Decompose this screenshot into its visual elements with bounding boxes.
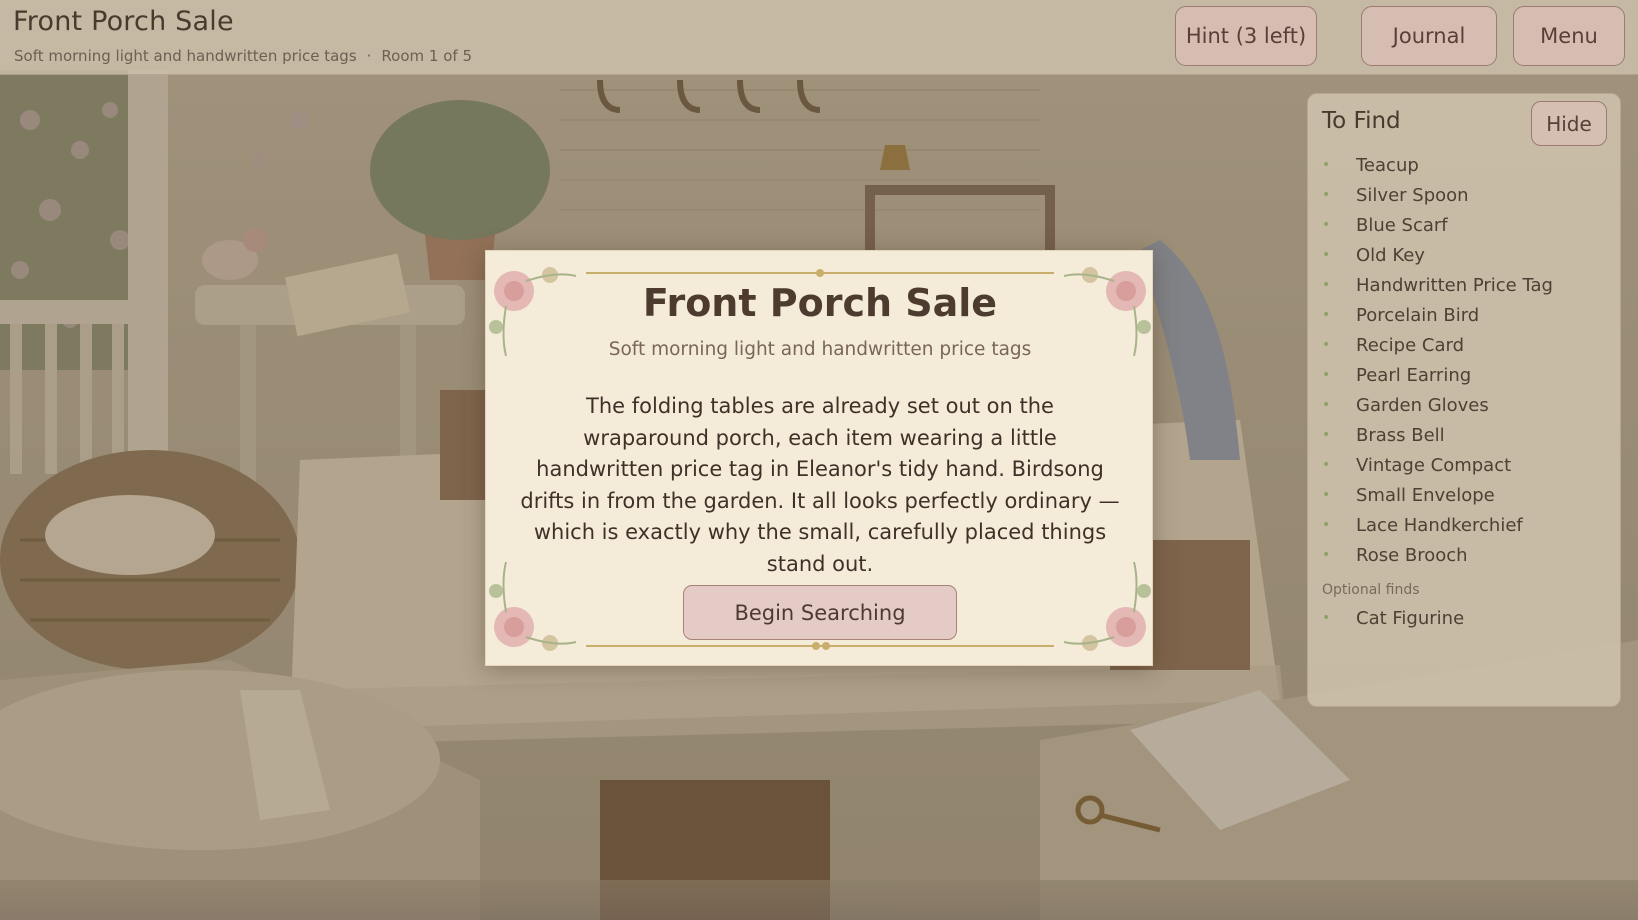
find-item[interactable]: • Lace Handkerchief: [1322, 510, 1553, 540]
modal-description: The folding tables are already set out o…: [520, 394, 1120, 576]
top-bar: Front Porch Sale Soft morning light and …: [0, 0, 1638, 75]
bullet-icon: •: [1322, 247, 1331, 263]
room-progress: Room 1 of 5: [381, 47, 472, 65]
to-find-panel: To Find Hide • Teacup • Silver Spoon • Blue S…: [1307, 93, 1621, 707]
find-item[interactable]: • Garden Gloves: [1322, 390, 1553, 420]
optional-find-list: • Cat Figurine: [1322, 603, 1464, 633]
find-item-label: Teacup: [1356, 154, 1419, 176]
find-item[interactable]: • Blue Scarf: [1322, 210, 1553, 240]
find-item[interactable]: • Pearl Earring: [1322, 360, 1553, 390]
modal-subtitle: Soft morning light and handwritten price…: [608, 339, 1032, 360]
bullet-icon: •: [1322, 517, 1331, 533]
modal-title: Front Porch Sale: [642, 281, 998, 325]
find-item[interactable]: • Old Key: [1322, 240, 1553, 270]
find-item-label: Cat Figurine: [1356, 607, 1465, 629]
find-item-label: Pearl Earring: [1356, 364, 1472, 386]
bullet-icon: •: [1322, 217, 1331, 233]
find-item-label: Recipe Card: [1356, 334, 1464, 356]
find-item-label: Old Key: [1356, 244, 1425, 266]
intro-modal: Front Porch Sale Soft morning light and …: [485, 250, 1153, 666]
hint-button[interactable]: Hint (3 left): [1175, 6, 1317, 66]
find-item[interactable]: • Teacup: [1322, 150, 1553, 180]
find-item[interactable]: • Vintage Compact: [1322, 450, 1553, 480]
bullet-icon: •: [1322, 337, 1331, 353]
find-item-label: Vintage Compact: [1356, 454, 1512, 476]
separator-dot: ·: [366, 47, 372, 65]
bullet-icon: •: [1322, 367, 1331, 383]
bullet-icon: •: [1322, 487, 1331, 503]
find-item-label: Handwritten Price Tag: [1356, 274, 1553, 296]
bullet-icon: •: [1322, 610, 1331, 626]
hide-button[interactable]: Hide: [1531, 101, 1607, 146]
find-item-label: Rose Brooch: [1356, 544, 1468, 566]
find-item[interactable]: • Recipe Card: [1322, 330, 1553, 360]
find-item[interactable]: • Cat Figurine: [1322, 603, 1464, 633]
bullet-icon: •: [1322, 277, 1331, 293]
bullet-icon: •: [1322, 187, 1331, 203]
find-item-label: Porcelain Bird: [1356, 304, 1480, 326]
find-item[interactable]: • Small Envelope: [1322, 480, 1553, 510]
bullet-icon: •: [1322, 307, 1331, 323]
bullet-icon: •: [1322, 457, 1331, 473]
panel-title: To Find: [1322, 108, 1401, 134]
find-item[interactable]: • Rose Brooch: [1322, 540, 1553, 570]
find-item-label: Silver Spoon: [1356, 184, 1469, 206]
menu-button[interactable]: Menu: [1513, 6, 1625, 66]
bullet-icon: •: [1322, 157, 1331, 173]
bullet-icon: •: [1322, 547, 1331, 563]
optional-finds-label: Optional finds: [1322, 582, 1420, 598]
find-item[interactable]: • Porcelain Bird: [1322, 300, 1553, 330]
find-item-label: Garden Gloves: [1356, 394, 1489, 416]
find-item-label: Blue Scarf: [1356, 214, 1448, 236]
room-subtitle-line: Soft morning light and handwritten price…: [14, 47, 472, 65]
find-item-label: Small Envelope: [1356, 484, 1495, 506]
bullet-icon: •: [1322, 397, 1331, 413]
room-subtitle: Soft morning light and handwritten price…: [14, 47, 357, 65]
find-list: • Teacup • Silver Spoon • Blue Scarf • Old Key •…: [1322, 150, 1553, 570]
journal-button[interactable]: Journal: [1361, 6, 1497, 66]
bullet-icon: •: [1322, 427, 1331, 443]
find-item-label: Brass Bell: [1356, 424, 1445, 446]
find-item[interactable]: • Brass Bell: [1322, 420, 1553, 450]
find-item-label: Lace Handkerchief: [1356, 514, 1523, 536]
find-item[interactable]: • Handwritten Price Tag: [1322, 270, 1553, 300]
room-title: Front Porch Sale: [13, 6, 234, 37]
find-item[interactable]: • Silver Spoon: [1322, 180, 1553, 210]
begin-searching-button[interactable]: Begin Searching: [683, 585, 957, 640]
